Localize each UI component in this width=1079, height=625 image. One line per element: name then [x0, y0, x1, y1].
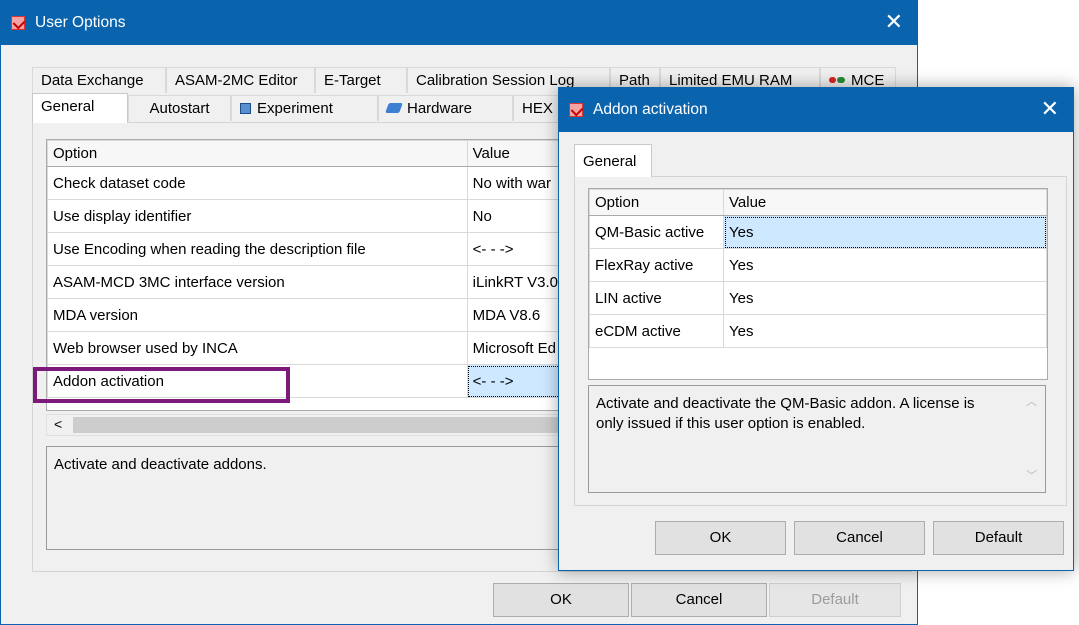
table-row[interactable]: MDA version MDA V8.6	[47, 298, 587, 332]
tab-experiment-label: Experiment	[257, 100, 333, 117]
option-description: Activate and deactivate addons.	[46, 446, 586, 550]
column-header-option[interactable]: Option	[47, 140, 468, 167]
table-row[interactable]: Use Encoding when reading the descriptio…	[47, 232, 587, 266]
tab-data-exchange[interactable]: Data Exchange	[32, 67, 166, 93]
option-cell[interactable]: Use Encoding when reading the descriptio…	[47, 232, 468, 266]
scroll-left-arrow-icon[interactable]: <	[54, 416, 62, 432]
main-titlebar: User Options ✕	[1, 1, 917, 45]
table-row[interactable]: Check dataset code No with war	[47, 166, 587, 200]
cancel-button[interactable]: Cancel	[794, 521, 925, 555]
value-cell[interactable]: Yes	[723, 281, 1047, 315]
table-row[interactable]: Use display identifier No	[47, 199, 587, 233]
addon-activation-dialog: Addon activation ✕ General Option Value …	[558, 87, 1074, 571]
column-header-option[interactable]: Option	[589, 189, 724, 216]
grid-header-row: Option Value	[47, 140, 587, 167]
scroll-up-arrow-icon[interactable]: ︿	[1026, 392, 1037, 412]
value-cell[interactable]: Yes	[723, 314, 1047, 348]
mce-icon	[829, 75, 847, 85]
tab-general[interactable]: General	[32, 93, 128, 123]
option-cell[interactable]: eCDM active	[589, 314, 724, 348]
ok-button[interactable]: OK	[655, 521, 786, 555]
close-icon[interactable]: ✕	[1041, 98, 1059, 120]
table-row[interactable]: FlexRay active Yes	[589, 248, 1047, 282]
tab-e-target[interactable]: E-Target	[315, 67, 407, 93]
grid-header-row: Option Value	[589, 189, 1047, 216]
addon-dialog-titlebar: Addon activation ✕	[559, 88, 1073, 132]
option-cell[interactable]: ASAM-MCD 3MC interface version	[47, 265, 468, 299]
addon-activation-highlight	[33, 367, 290, 403]
tab-asam-2mc-editor[interactable]: ASAM-2MC Editor	[166, 67, 315, 93]
experiment-icon	[240, 103, 251, 114]
table-row[interactable]: ASAM-MCD 3MC interface version iLinkRT V…	[47, 265, 587, 299]
table-row-selected[interactable]: QM-Basic active Yes	[589, 215, 1047, 249]
tab-hardware[interactable]: Hardware	[378, 95, 513, 121]
horizontal-scrollbar[interactable]	[47, 410, 587, 411]
ok-button[interactable]: OK	[493, 583, 629, 617]
option-cell[interactable]: LIN active	[589, 281, 724, 315]
options-grid: Option Value Check dataset code No with …	[47, 140, 587, 398]
option-cell[interactable]: Use display identifier	[47, 199, 468, 233]
table-row[interactable]: LIN active Yes	[589, 281, 1047, 315]
value-cell[interactable]: Yes	[723, 215, 1047, 249]
close-icon[interactable]: ✕	[885, 11, 903, 33]
tab-experiment[interactable]: Experiment	[231, 95, 378, 121]
scrollbar-thumb[interactable]	[73, 417, 583, 433]
main-window-title: User Options	[35, 14, 126, 31]
addon-options-grid: Option Value QM-Basic active Yes FlexRay…	[589, 189, 1047, 348]
horizontal-scrollbar[interactable]: <	[46, 414, 586, 436]
value-cell[interactable]: Yes	[723, 248, 1047, 282]
default-button[interactable]: Default	[933, 521, 1064, 555]
option-cell[interactable]: FlexRay active	[589, 248, 724, 282]
cancel-button[interactable]: Cancel	[631, 583, 767, 617]
addon-dialog-title: Addon activation	[593, 101, 708, 118]
option-cell[interactable]: Web browser used by INCA	[47, 331, 468, 365]
table-row[interactable]: eCDM active Yes	[589, 314, 1047, 348]
table-row[interactable]: Web browser used by INCA Microsoft Ed	[47, 331, 587, 365]
tab-hardware-label: Hardware	[407, 100, 473, 117]
app-icon	[569, 103, 583, 117]
option-cell[interactable]: Check dataset code	[47, 166, 468, 200]
option-cell[interactable]: MDA version	[47, 298, 468, 332]
option-description-text: Activate and deactivate addons.	[54, 456, 267, 473]
option-cell[interactable]: QM-Basic active	[589, 215, 724, 249]
addon-description-text: Activate and deactivate the QM-Basic add…	[596, 395, 975, 432]
column-header-value[interactable]: Value	[723, 189, 1047, 216]
scroll-down-arrow-icon[interactable]: ﹀	[1026, 466, 1037, 486]
app-icon	[11, 16, 25, 30]
addon-grid-container: Option Value QM-Basic active Yes FlexRay…	[588, 188, 1048, 380]
hardware-icon	[385, 103, 403, 113]
tab-autostart[interactable]: Autostart	[128, 95, 231, 121]
tab-general[interactable]: General	[574, 144, 652, 177]
default-button[interactable]: Default	[769, 583, 901, 617]
addon-description: Activate and deactivate the QM-Basic add…	[588, 385, 1046, 493]
